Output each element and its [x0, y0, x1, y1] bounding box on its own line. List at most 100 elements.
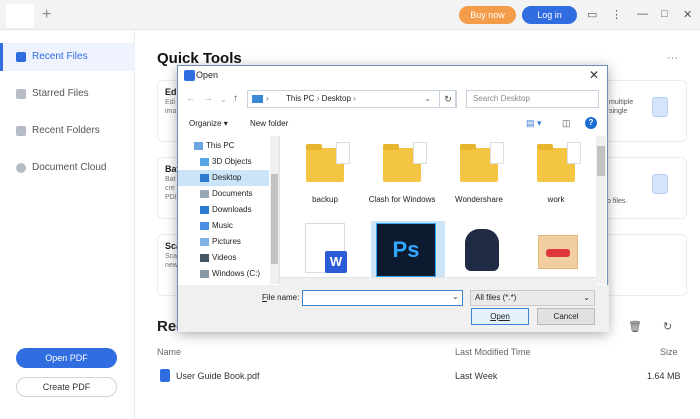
column-header-name[interactable]: Name: [157, 347, 181, 357]
file-name-label: File name:: [262, 293, 300, 302]
file-size: 1.64 MB: [647, 371, 681, 381]
menu-icon[interactable]: ⋮: [611, 8, 622, 21]
column-header-modified[interactable]: Last Modified Time: [455, 347, 531, 357]
view-options-icon[interactable]: ▤ ▾: [526, 118, 542, 129]
log-in-button[interactable]: Log in: [522, 6, 577, 24]
music-icon: [200, 222, 209, 230]
open-button[interactable]: Open: [471, 308, 529, 325]
up-icon[interactable]: ↑: [233, 93, 238, 104]
card-text: PDI: [165, 194, 177, 201]
back-icon[interactable]: ←: [186, 93, 196, 104]
batch-tool-icon: [652, 174, 668, 194]
tree-item-videos[interactable]: Videos: [178, 250, 269, 266]
sidebar-item-label: Recent Files: [32, 51, 88, 62]
sidebar-item-recent-files[interactable]: Recent Files: [0, 43, 135, 71]
create-pdf-button[interactable]: Create PDF: [16, 377, 117, 397]
tree-item-desktop[interactable]: Desktop: [178, 170, 269, 186]
tree-item-label: Videos: [212, 253, 237, 262]
folder-label: Wondershare: [455, 195, 503, 204]
file-list-horizontal-scrollbar[interactable]: [280, 277, 596, 285]
cancel-button[interactable]: Cancel: [537, 308, 595, 325]
folder-label: work: [547, 195, 565, 204]
dialog-close-icon[interactable]: ✕: [589, 68, 599, 82]
organize-menu[interactable]: Organize ▾: [189, 119, 228, 128]
file-name[interactable]: User Guide Book.pdf: [176, 371, 260, 381]
buy-now-button[interactable]: Buy now: [459, 6, 516, 24]
new-folder-button[interactable]: New folder: [250, 119, 288, 128]
file-type-select[interactable]: All files (*.*) ⌄: [470, 290, 595, 306]
refresh-icon[interactable]: ↻: [663, 320, 672, 333]
column-header-size[interactable]: Size: [660, 347, 678, 357]
folder-item-clash-for-windows[interactable]: Clash for Windows: [365, 142, 439, 208]
breadcrumb-desktop[interactable]: Desktop: [322, 94, 351, 103]
documents-icon: [200, 190, 209, 198]
card-text: Edi: [165, 99, 176, 106]
cloud-icon: [16, 163, 26, 173]
open-pdf-button[interactable]: Open PDF: [16, 348, 117, 368]
minimize-icon[interactable]: —: [637, 8, 648, 20]
new-tab-icon[interactable]: +: [42, 6, 51, 24]
file-item-word-document[interactable]: W: [297, 223, 371, 283]
sidebar-item-document-cloud[interactable]: Document Cloud: [0, 154, 135, 182]
folder-item-wondershare[interactable]: Wondershare: [442, 142, 516, 208]
tree-item-music[interactable]: Music: [178, 218, 269, 234]
preview-pane-icon[interactable]: ◫: [562, 118, 571, 129]
open-file-dialog: Open ✕ ← → ⌄ ↑ › This PC › Desktop › ⌄ ↻…: [177, 65, 609, 332]
dialog-title: Open: [196, 70, 219, 80]
tree-item-downloads[interactable]: Downloads: [178, 202, 269, 218]
folder-icon: [306, 142, 350, 182]
tree-item-documents[interactable]: Documents: [178, 186, 269, 202]
navigation-tree: This PC 3D Objects Desktop Documents Dow…: [178, 136, 280, 284]
refresh-icon[interactable]: ↻: [439, 90, 457, 108]
tree-item-3d-objects[interactable]: 3D Objects: [178, 154, 269, 170]
forward-icon[interactable]: →: [203, 93, 213, 104]
tree-item-pictures[interactable]: Pictures: [178, 234, 269, 250]
file-list-scrollbar-thumb[interactable]: [597, 146, 605, 176]
search-input[interactable]: Search Desktop: [466, 90, 599, 108]
file-name-input[interactable]: [302, 290, 463, 306]
file-item-photoshop[interactable]: Ps: [371, 221, 445, 284]
cat-icon: [465, 229, 499, 271]
file-name-dropdown-icon[interactable]: ⌄: [452, 292, 459, 301]
tree-item-this-pc[interactable]: This PC: [178, 138, 269, 154]
file-type-value: All files (*.*): [475, 293, 517, 302]
folder-label: Clash for Windows: [368, 195, 436, 204]
file-item-package[interactable]: [524, 223, 598, 283]
tree-item-label: Documents: [212, 189, 253, 198]
folder-icon: [16, 126, 26, 136]
more-options-icon[interactable]: ···: [667, 52, 678, 64]
open-button-label: Open: [490, 312, 510, 321]
trash-icon[interactable]: 🗑: [628, 320, 642, 333]
file-item-cat-app[interactable]: [447, 223, 521, 283]
sidebar-item-label: Document Cloud: [32, 162, 107, 173]
recent-locations-icon[interactable]: ⌄: [220, 95, 227, 104]
pc-icon: [194, 142, 203, 150]
folder-label: backup: [312, 195, 338, 204]
tree-item-label: Music: [212, 221, 233, 230]
close-icon[interactable]: ✕: [683, 8, 692, 21]
message-icon[interactable]: ▭: [587, 8, 597, 21]
app-icon: [184, 70, 195, 81]
organize-label: Organize: [189, 119, 222, 128]
download-icon: [200, 206, 209, 214]
chevron-down-icon[interactable]: ⌄: [424, 91, 431, 107]
sidebar-item-starred-files[interactable]: Starred Files: [0, 80, 135, 108]
drive-icon: [200, 270, 209, 278]
maximize-icon[interactable]: □: [661, 8, 668, 20]
tree-item-label: Downloads: [212, 205, 252, 214]
document-tab[interactable]: [6, 4, 34, 28]
sidebar-item-recent-folders[interactable]: Recent Folders: [0, 117, 135, 145]
folder-item-work[interactable]: work: [519, 142, 593, 208]
file-modified: Last Week: [455, 371, 498, 381]
card-text: ima: [165, 108, 177, 115]
folder-item-backup[interactable]: backup: [288, 142, 362, 208]
3d-objects-icon: [200, 158, 209, 166]
address-bar[interactable]: › This PC › Desktop › ⌄: [247, 90, 456, 108]
tree-scrollbar-thumb[interactable]: [271, 174, 278, 264]
recent-files-icon: [16, 52, 26, 62]
breadcrumb-this-pc[interactable]: This PC: [286, 94, 314, 103]
card-text: Sca: [165, 253, 178, 260]
help-icon[interactable]: ?: [585, 117, 597, 129]
tree-item-label: 3D Objects: [212, 157, 252, 166]
tree-item-windows-c[interactable]: Windows (C:): [178, 266, 269, 282]
